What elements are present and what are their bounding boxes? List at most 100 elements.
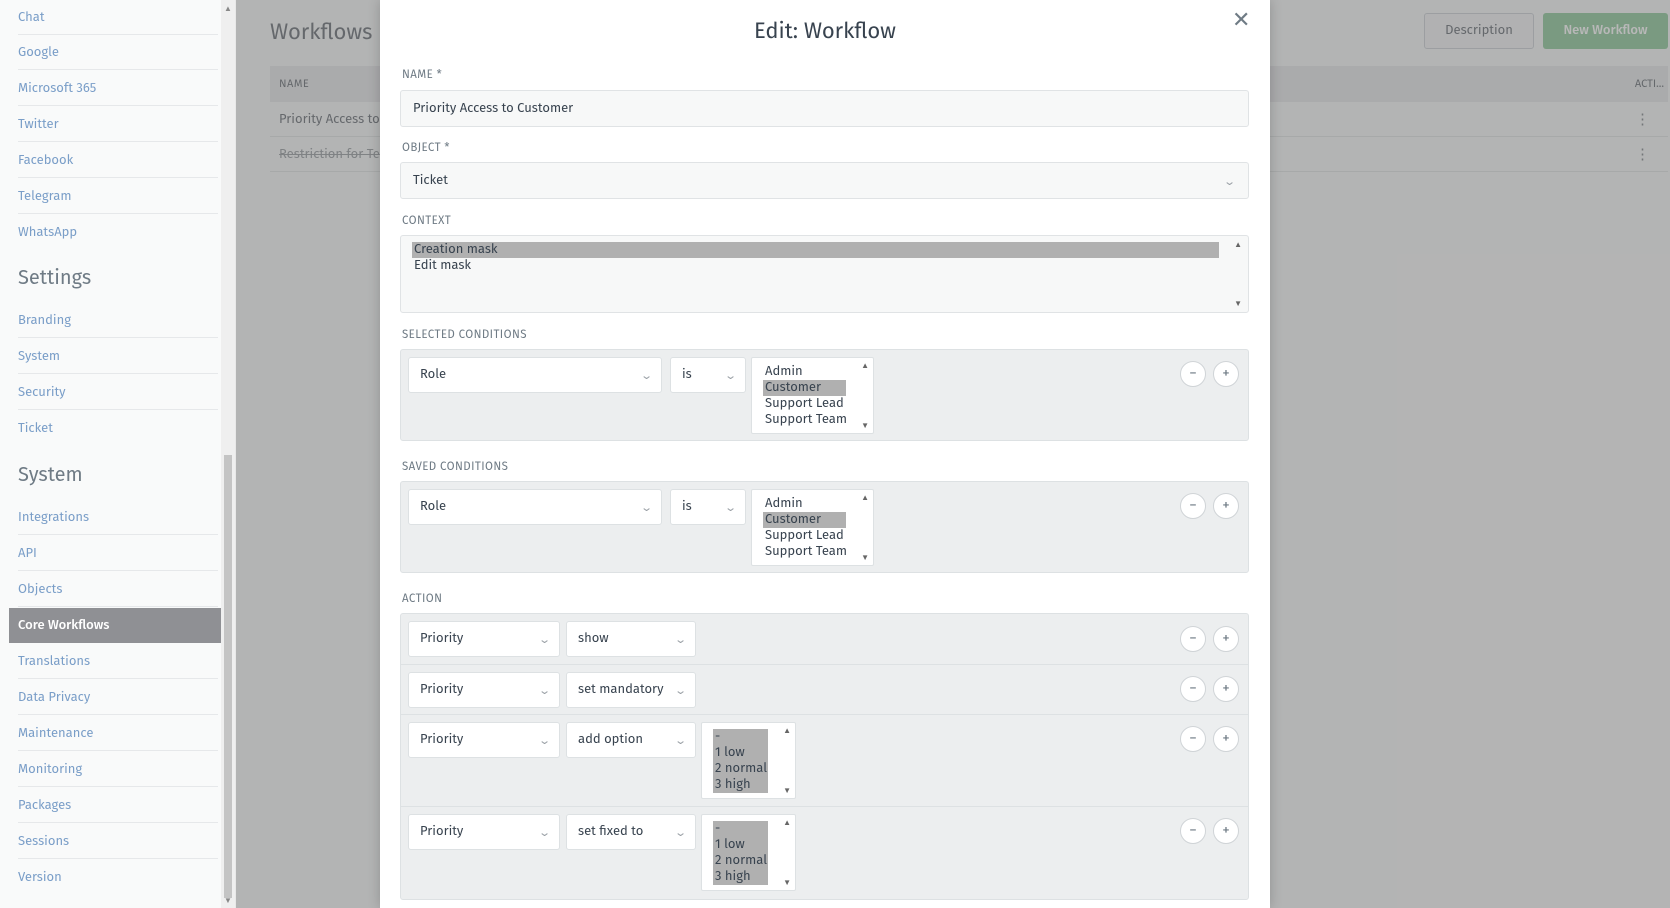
condition-attribute-value: Role (420, 367, 447, 382)
chevron-down-icon: ⌄ (673, 684, 687, 697)
add-action-button[interactable]: + (1213, 818, 1239, 844)
scroll-down-arrow-icon[interactable]: ▼ (783, 786, 791, 796)
scroll-down-arrow-icon[interactable]: ▼ (1234, 299, 1242, 309)
action-operator-select[interactable]: set fixed to ⌄ (566, 814, 696, 850)
scroll-up-arrow-icon[interactable]: ▲ (224, 4, 232, 14)
option-support-lead[interactable]: Support Lead (763, 396, 844, 412)
scroll-up-arrow-icon[interactable]: ▲ (861, 493, 869, 503)
name-input[interactable]: Priority Access to Customer (400, 90, 1249, 127)
object-select-value: Ticket (413, 173, 448, 188)
close-icon[interactable]: ✕ (1232, 6, 1250, 33)
context-option-edit-mask[interactable]: Edit mask (412, 258, 1219, 274)
sidebar-item-telegram[interactable]: Telegram (18, 179, 218, 214)
sidebar-item-maintenance[interactable]: Maintenance (18, 716, 218, 751)
option-admin[interactable]: Admin (763, 364, 803, 380)
condition-operator-select[interactable]: is ⌄ (670, 489, 746, 525)
condition-operator-select[interactable]: is ⌄ (670, 357, 746, 393)
add-condition-button[interactable]: + (1213, 493, 1239, 519)
action-attribute-select[interactable]: Priority ⌄ (408, 722, 560, 758)
option-1-low[interactable]: 1 low (713, 837, 768, 853)
remove-action-button[interactable]: − (1180, 726, 1206, 752)
condition-operator-value: is (682, 499, 692, 514)
option-customer[interactable]: Customer (763, 380, 846, 396)
chevron-down-icon: ⌄ (673, 734, 687, 747)
sidebar-item-system[interactable]: System (18, 339, 218, 374)
condition-value-listbox[interactable]: Admin Customer Support Lead Support Team… (751, 357, 874, 434)
scroll-up-arrow-icon[interactable]: ▲ (861, 361, 869, 371)
sidebar-scrollbar[interactable]: ▲ ▼ (221, 0, 235, 908)
sidebar-item-google[interactable]: Google (18, 35, 218, 70)
sidebar-item-monitoring[interactable]: Monitoring (18, 752, 218, 787)
option-support-team[interactable]: Support Team (763, 544, 847, 560)
sidebar-item-integrations[interactable]: Integrations (18, 500, 218, 535)
sidebar-item-data-privacy[interactable]: Data Privacy (18, 680, 218, 715)
condition-attribute-select[interactable]: Role ⌄ (408, 357, 662, 393)
sidebar-item-chat[interactable]: Chat (18, 0, 218, 35)
sidebar-item-objects[interactable]: Objects (18, 572, 218, 607)
scroll-up-arrow-icon[interactable]: ▲ (783, 726, 791, 736)
sidebar-item-branding[interactable]: Branding (18, 303, 218, 338)
context-listbox[interactable]: Creation mask Edit mask ▲ ▼ (400, 235, 1249, 313)
action-operator-select[interactable]: add option ⌄ (566, 722, 696, 758)
scroll-up-arrow-icon[interactable]: ▲ (1234, 240, 1242, 250)
option-admin[interactable]: Admin (763, 496, 803, 512)
sidebar-item-twitter[interactable]: Twitter (18, 107, 218, 142)
action-operator-select[interactable]: show ⌄ (566, 621, 696, 657)
action-operator-value: show (578, 631, 609, 646)
remove-action-button[interactable]: − (1180, 626, 1206, 652)
scroll-down-arrow-icon[interactable]: ▼ (861, 553, 869, 563)
option-2-normal[interactable]: 2 normal (713, 853, 768, 869)
chevron-down-icon: ⌄ (723, 369, 737, 382)
action-operator-select[interactable]: set mandatory ⌄ (566, 672, 696, 708)
add-action-button[interactable]: + (1213, 626, 1239, 652)
sidebar-item-api[interactable]: API (18, 536, 218, 571)
sidebar-item-core-workflows[interactable]: Core Workflows (9, 608, 225, 643)
action-attribute-select[interactable]: Priority ⌄ (408, 814, 560, 850)
add-action-button[interactable]: + (1213, 726, 1239, 752)
object-select[interactable]: Ticket ⌄ (400, 162, 1249, 199)
scrollbar-thumb[interactable] (224, 455, 232, 898)
scroll-down-arrow-icon[interactable]: ▼ (861, 421, 869, 431)
option-none[interactable]: - (713, 821, 768, 837)
action-operator-value: add option (578, 732, 643, 747)
remove-condition-button[interactable]: − (1180, 361, 1206, 387)
condition-value-listbox[interactable]: Admin Customer Support Lead Support Team… (751, 489, 874, 566)
scroll-up-arrow-icon[interactable]: ▲ (783, 818, 791, 828)
context-option-creation-mask[interactable]: Creation mask (412, 242, 1219, 258)
remove-action-button[interactable]: − (1180, 676, 1206, 702)
remove-condition-button[interactable]: − (1180, 493, 1206, 519)
remove-action-button[interactable]: − (1180, 818, 1206, 844)
sidebar-item-whatsapp[interactable]: WhatsApp (18, 215, 218, 250)
scroll-down-arrow-icon[interactable]: ▼ (783, 878, 791, 888)
option-2-normal[interactable]: 2 normal (713, 761, 768, 777)
option-1-low[interactable]: 1 low (713, 745, 768, 761)
condition-attribute-value: Role (420, 499, 447, 514)
option-3-high[interactable]: 3 high (713, 869, 768, 885)
sidebar-item-facebook[interactable]: Facebook (18, 143, 218, 178)
sidebar-item-ticket[interactable]: Ticket (18, 411, 218, 446)
priority-options-listbox[interactable]: - 1 low 2 normal 3 high ▲ ▼ (701, 722, 796, 799)
action-operator-value: set fixed to (578, 824, 644, 839)
option-none[interactable]: - (713, 729, 768, 745)
chevron-down-icon: ⌄ (639, 369, 653, 382)
priority-options-listbox[interactable]: - 1 low 2 normal 3 high ▲ ▼ (701, 814, 796, 891)
sidebar-item-microsoft-365[interactable]: Microsoft 365 (18, 71, 218, 106)
condition-attribute-select[interactable]: Role ⌄ (408, 489, 662, 525)
sidebar-item-version[interactable]: Version (18, 860, 218, 895)
option-support-team[interactable]: Support Team (763, 412, 847, 428)
chevron-down-icon: ⌄ (537, 826, 551, 839)
sidebar-item-security[interactable]: Security (18, 375, 218, 410)
action-attribute-select[interactable]: Priority ⌄ (408, 621, 560, 657)
sidebar-item-packages[interactable]: Packages (18, 788, 218, 823)
chevron-down-icon: ⌄ (537, 633, 551, 646)
option-3-high[interactable]: 3 high (713, 777, 768, 793)
sidebar-item-sessions[interactable]: Sessions (18, 824, 218, 859)
option-customer[interactable]: Customer (763, 512, 846, 528)
action-attribute-select[interactable]: Priority ⌄ (408, 672, 560, 708)
option-support-lead[interactable]: Support Lead (763, 528, 844, 544)
action-row: Priority ⌄ set fixed to ⌄ - 1 low 2 norm… (401, 807, 1248, 899)
add-action-button[interactable]: + (1213, 676, 1239, 702)
sidebar-item-translations[interactable]: Translations (18, 644, 218, 679)
add-condition-button[interactable]: + (1213, 361, 1239, 387)
scroll-down-arrow-icon[interactable]: ▼ (224, 896, 232, 906)
